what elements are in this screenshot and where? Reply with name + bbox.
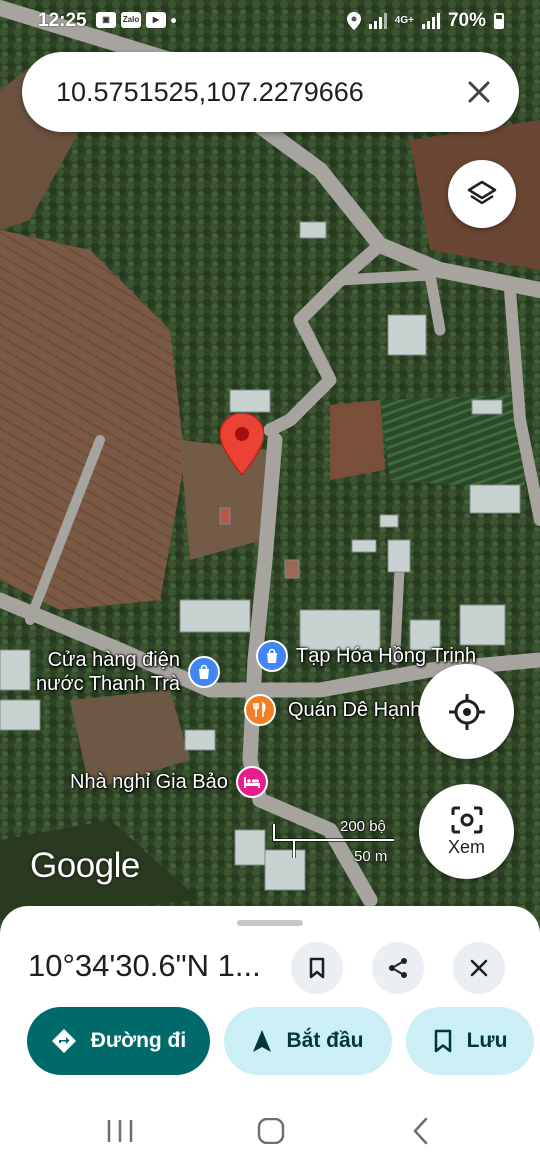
shopping-bag-icon [256,640,288,672]
poi-tap-hoa-hong-trinh[interactable]: Tạp Hóa Hồng Trinh [256,640,476,672]
lens-view-button[interactable]: Xem [419,784,514,879]
scale-bar: 200 bộ 50 m [270,818,396,866]
recent-apps-icon[interactable] [106,1118,134,1144]
shopping-bag-icon [187,656,220,688]
battery-percent: 70% [447,10,486,31]
layers-icon [467,180,497,205]
battery-icon [494,13,504,29]
poi-thanh-tra[interactable]: Cửa hàng điện nước Thanh Trà [36,648,220,696]
youtube-icon: ▶ [146,12,166,28]
fork-knife-icon [244,694,276,726]
place-title: 10°34'30.6"N 1... [28,948,261,983]
poi-quan-de-hanh[interactable]: Quán Dê Hạnh [244,694,421,726]
start-label: Bắt đầu [286,1029,364,1052]
close-icon [470,959,488,977]
bookmark-icon [434,1029,451,1053]
scale-metric: 50 m [354,848,388,865]
camera-lens-icon [451,806,482,834]
poi-label: Nhà nghỉ Gia Bảo [70,771,228,793]
my-location-button[interactable] [419,664,514,759]
bookmark-icon [309,957,325,979]
poi-label: Tạp Hóa Hồng Trinh [296,645,477,667]
back-icon[interactable] [410,1116,432,1146]
network-type: 4G+ [394,15,414,26]
save-button[interactable]: Lưu [406,1007,534,1075]
close-icon [468,81,490,103]
more-notifications-icon [171,17,176,23]
clear-search-button[interactable] [455,68,503,116]
crosshair-icon [448,693,485,730]
directions-icon [51,1029,76,1053]
sheet-drag-handle[interactable] [237,920,303,926]
scale-imperial: 200 bộ [340,818,386,835]
directions-label: Đường đi [90,1029,187,1052]
signal-icon [368,13,387,29]
status-bar: 12:25 ▣ Zalo ▶ 4G+ 70% [0,0,540,42]
google-logo: Google [30,846,140,885]
start-navigation-button[interactable]: Bắt đầu [224,1007,392,1075]
share-button[interactable] [372,942,424,994]
search-box[interactable]: 10.5751525,107.2279666 [22,52,519,132]
lens-label: Xem [447,837,485,857]
bed-icon [235,766,268,798]
layers-button[interactable] [448,160,516,228]
signal-icon [421,13,440,29]
home-icon[interactable] [257,1118,285,1144]
poi-label: Quán Dê Hạnh [288,699,422,721]
gallery-icon: ▣ [96,12,116,28]
zalo-icon: Zalo [121,12,141,28]
close-sheet-button[interactable] [453,942,505,994]
navigation-arrow-icon [253,1030,272,1052]
status-time: 12:25 [38,10,87,31]
poi-nha-nghi-gia-bao[interactable]: Nhà nghỉ Gia Bảo [70,766,268,798]
bookmark-button[interactable] [291,942,343,994]
poi-label: Cửa hàng điện nước Thanh Trà [36,649,180,695]
share-icon [389,958,407,978]
location-icon [346,12,361,30]
search-query[interactable]: 10.5751525,107.2279666 [56,77,455,108]
system-nav-bar [0,1094,540,1170]
save-label: Lưu [466,1029,508,1052]
location-pin-icon[interactable] [220,413,264,475]
directions-button[interactable]: Đường đi [27,1007,210,1075]
